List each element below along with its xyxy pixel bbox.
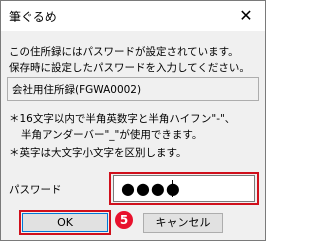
text-caret <box>172 180 173 197</box>
note-1-line-1: ＊16文字以内で半角英数字と半角ハイフン"-"、 <box>9 113 236 125</box>
ok-button[interactable]: OK <box>22 213 108 232</box>
dialog-title: 筆ぐるめ <box>9 10 57 24</box>
password-label: パスワード <box>9 184 62 196</box>
note-2: ＊英字は大文字小文字を区別します。 <box>9 147 187 159</box>
address-book-name: 会社用住所録(FGWA0002) <box>12 84 142 96</box>
password-input[interactable]: ●●●● <box>113 175 255 202</box>
note-1-line-2: 半角アンダーバー"_"が使用できます。 <box>21 129 203 141</box>
title-bar: 筆ぐるめ ✕ <box>1 1 265 31</box>
cancel-button[interactable]: キャンセル <box>143 213 223 233</box>
message-line-2: 保存時に設定したパスワードを入力してください。 <box>9 62 250 74</box>
password-dialog: 筆ぐるめ ✕ この住所録にはパスワードが設定されています。 保存時に設定したパス… <box>0 0 266 241</box>
dialog-body: この住所録にはパスワードが設定されています。 保存時に設定したパスワードを入力し… <box>1 31 265 240</box>
close-icon[interactable]: ✕ <box>235 5 257 27</box>
message-line-1: この住所録にはパスワードが設定されています。 <box>9 46 239 58</box>
address-book-name-field: 会社用住所録(FGWA0002) <box>7 77 259 101</box>
step-number-badge: 5 <box>115 211 133 229</box>
